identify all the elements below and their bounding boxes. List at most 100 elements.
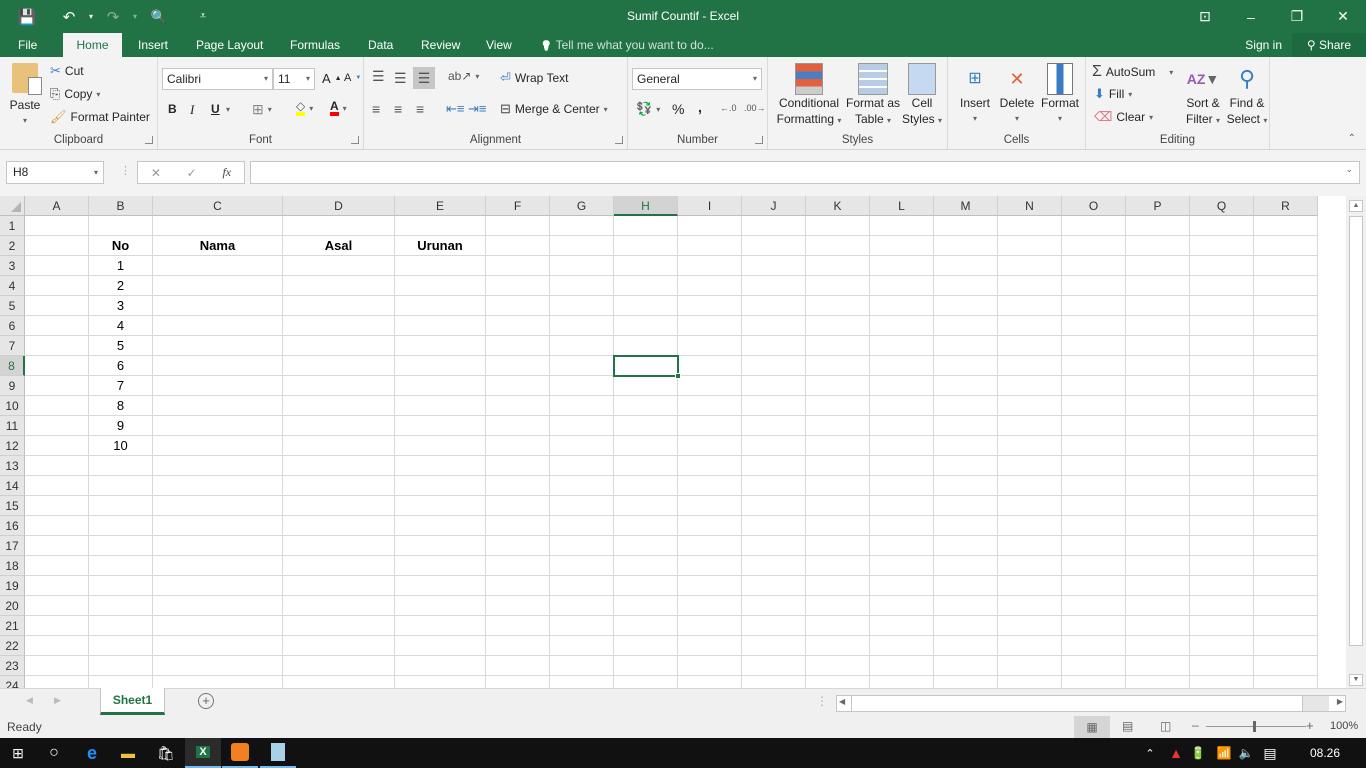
horizontal-scrollbar[interactable]: ◀ ▶ xyxy=(836,695,1346,712)
cell-g17[interactable] xyxy=(550,536,614,556)
cell-o3[interactable] xyxy=(1062,256,1126,276)
cell-o13[interactable] xyxy=(1062,456,1126,476)
cell-c17[interactable] xyxy=(153,536,283,556)
row-header-24[interactable]: 24 xyxy=(0,676,25,688)
cell-j16[interactable] xyxy=(742,516,806,536)
cell-i3[interactable] xyxy=(678,256,742,276)
cell-o7[interactable] xyxy=(1062,336,1126,356)
cell-h9[interactable] xyxy=(614,376,678,396)
cell-f12[interactable] xyxy=(486,436,550,456)
cell-p15[interactable] xyxy=(1126,496,1190,516)
cell-p17[interactable] xyxy=(1126,536,1190,556)
cell-r17[interactable] xyxy=(1254,536,1318,556)
row-header-20[interactable]: 20 xyxy=(0,596,25,616)
cell-h7[interactable] xyxy=(614,336,678,356)
sort-filter-button[interactable]: AZ▼ Sort & Filter ▾ xyxy=(1180,63,1226,129)
prev-sheet-icon[interactable]: ◀ xyxy=(26,695,33,706)
cell-g14[interactable] xyxy=(550,476,614,496)
cell-c15[interactable] xyxy=(153,496,283,516)
column-header-c[interactable]: C xyxy=(153,196,283,216)
cell-l4[interactable] xyxy=(870,276,934,296)
cell-b18[interactable] xyxy=(89,556,153,576)
cell-j11[interactable] xyxy=(742,416,806,436)
cell-k1[interactable] xyxy=(806,216,870,236)
cell-f18[interactable] xyxy=(486,556,550,576)
cell-e18[interactable] xyxy=(395,556,486,576)
shrink-font-button[interactable]: A ▼ xyxy=(344,72,361,84)
cell-b19[interactable] xyxy=(89,576,153,596)
cell-k22[interactable] xyxy=(806,636,870,656)
align-left-button[interactable]: ≡ xyxy=(372,101,380,117)
cell-d12[interactable] xyxy=(283,436,395,456)
cell-l24[interactable] xyxy=(870,676,934,688)
cell-j3[interactable] xyxy=(742,256,806,276)
cell-b24[interactable] xyxy=(89,676,153,688)
cell-j22[interactable] xyxy=(742,636,806,656)
cell-g15[interactable] xyxy=(550,496,614,516)
cell-n17[interactable] xyxy=(998,536,1062,556)
cell-h10[interactable] xyxy=(614,396,678,416)
cell-i21[interactable] xyxy=(678,616,742,636)
cell-m5[interactable] xyxy=(934,296,998,316)
row-header-21[interactable]: 21 xyxy=(0,616,25,636)
alignment-dialog-launcher[interactable] xyxy=(615,136,623,144)
cell-c13[interactable] xyxy=(153,456,283,476)
cell-r6[interactable] xyxy=(1254,316,1318,336)
column-header-f[interactable]: F xyxy=(486,196,550,216)
cell-a17[interactable] xyxy=(25,536,89,556)
row-header-13[interactable]: 13 xyxy=(0,456,25,476)
column-header-o[interactable]: O xyxy=(1062,196,1126,216)
cell-d24[interactable] xyxy=(283,676,395,688)
cell-i5[interactable] xyxy=(678,296,742,316)
cell-c12[interactable] xyxy=(153,436,283,456)
underline-button[interactable]: U xyxy=(211,102,220,116)
cell-l2[interactable] xyxy=(870,236,934,256)
cell-r5[interactable] xyxy=(1254,296,1318,316)
cell-i2[interactable] xyxy=(678,236,742,256)
column-header-p[interactable]: P xyxy=(1126,196,1190,216)
cell-f4[interactable] xyxy=(486,276,550,296)
next-sheet-icon[interactable]: ▶ xyxy=(54,695,61,706)
cell-q12[interactable] xyxy=(1190,436,1254,456)
cell-f20[interactable] xyxy=(486,596,550,616)
cell-e8[interactable] xyxy=(395,356,486,376)
cell-b13[interactable] xyxy=(89,456,153,476)
formula-bar-splitter[interactable]: ⋮ xyxy=(120,164,131,177)
cell-g3[interactable] xyxy=(550,256,614,276)
cell-k16[interactable] xyxy=(806,516,870,536)
autosum-button[interactable]: Σ AutoSum ▾ xyxy=(1092,63,1173,81)
font-dialog-launcher[interactable] xyxy=(351,136,359,144)
cell-p7[interactable] xyxy=(1126,336,1190,356)
cell-p21[interactable] xyxy=(1126,616,1190,636)
cell-a8[interactable] xyxy=(25,356,89,376)
collapse-ribbon-icon[interactable]: ⌃ xyxy=(1348,133,1356,144)
column-header-l[interactable]: L xyxy=(870,196,934,216)
cell-m21[interactable] xyxy=(934,616,998,636)
vertical-scrollbar[interactable]: ▲ ▼ xyxy=(1346,196,1366,688)
cell-k2[interactable] xyxy=(806,236,870,256)
cell-a18[interactable] xyxy=(25,556,89,576)
cell-p18[interactable] xyxy=(1126,556,1190,576)
cell-d20[interactable] xyxy=(283,596,395,616)
page-break-view-icon[interactable]: ◫ xyxy=(1160,719,1171,733)
cut-button[interactable]: ✂ Cut xyxy=(50,63,84,79)
cell-d9[interactable] xyxy=(283,376,395,396)
cell-e22[interactable] xyxy=(395,636,486,656)
cell-a6[interactable] xyxy=(25,316,89,336)
cell-g12[interactable] xyxy=(550,436,614,456)
row-header-12[interactable]: 12 xyxy=(0,436,25,456)
cell-c4[interactable] xyxy=(153,276,283,296)
cell-c9[interactable] xyxy=(153,376,283,396)
cell-d2[interactable]: Asal xyxy=(283,236,395,256)
fill-button[interactable]: ⬇ Fill ▾ xyxy=(1094,86,1132,102)
cell-j12[interactable] xyxy=(742,436,806,456)
cell-e7[interactable] xyxy=(395,336,486,356)
cell-k18[interactable] xyxy=(806,556,870,576)
cell-i13[interactable] xyxy=(678,456,742,476)
cell-g1[interactable] xyxy=(550,216,614,236)
cell-r14[interactable] xyxy=(1254,476,1318,496)
italic-button[interactable]: I xyxy=(190,102,194,118)
cell-f7[interactable] xyxy=(486,336,550,356)
decrease-decimal-button[interactable]: .00→ xyxy=(744,103,766,113)
cell-o6[interactable] xyxy=(1062,316,1126,336)
